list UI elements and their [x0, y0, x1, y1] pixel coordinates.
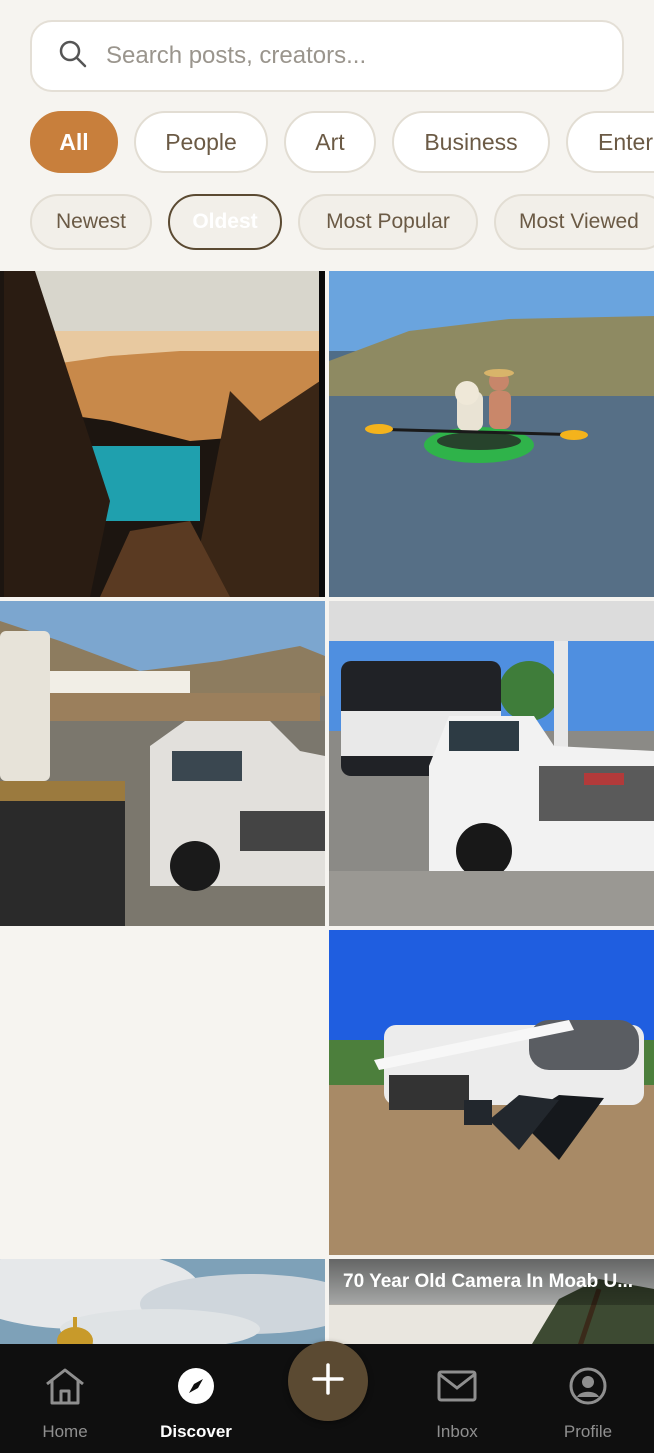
sort-chip-most-viewed[interactable]: Most Viewed [494, 194, 654, 250]
nav-home[interactable]: Home [5, 1364, 125, 1442]
nav-profile[interactable]: Profile [528, 1364, 648, 1442]
empty-tile [0, 930, 325, 1255]
search-input[interactable]: Search posts, creators... [106, 42, 366, 70]
nav-inbox[interactable]: Inbox [397, 1364, 517, 1442]
sort-chip-most-popular[interactable]: Most Popular [298, 194, 478, 250]
category-chip-all[interactable]: All [30, 111, 118, 173]
plus-icon [311, 1362, 345, 1401]
truck-rv-gas-station-photo [329, 601, 654, 926]
category-chip-entertainment[interactable]: Enter [566, 111, 654, 173]
canyon-lake-photo [0, 271, 325, 597]
category-filter-row: All People Art Business Enter [0, 111, 654, 173]
home-icon [5, 1364, 125, 1408]
sort-chip-oldest[interactable]: Oldest [168, 194, 282, 250]
profile-icon [528, 1364, 648, 1408]
post-tile[interactable] [0, 601, 325, 926]
category-chip-people[interactable]: People [134, 111, 268, 173]
truck-rv-campground-photo [0, 601, 325, 926]
nav-discover[interactable]: Discover [136, 1364, 256, 1442]
dome-clouds-photo [0, 1259, 325, 1349]
nav-inbox-label: Inbox [436, 1422, 478, 1441]
post-tile[interactable] [0, 271, 325, 597]
post-title: 70 Year Old Camera In Moab U... [329, 1259, 654, 1305]
search-icon [58, 39, 88, 74]
sort-filter-row: Newest Oldest Most Popular Most Viewed [0, 194, 654, 250]
mail-icon [397, 1364, 517, 1408]
category-chip-business[interactable]: Business [392, 111, 550, 173]
compass-icon [136, 1364, 256, 1408]
post-tile[interactable] [0, 1259, 325, 1349]
create-post-button[interactable] [288, 1341, 368, 1421]
dog-kayak-lake-photo [329, 271, 654, 597]
search-bar[interactable]: Search posts, creators... [30, 20, 624, 92]
post-tile[interactable] [329, 601, 654, 926]
post-tile[interactable] [329, 930, 654, 1255]
post-tile[interactable] [329, 271, 654, 597]
nav-home-label: Home [42, 1422, 88, 1441]
nav-discover-label: Discover [160, 1422, 232, 1441]
sort-chip-newest[interactable]: Newest [30, 194, 152, 250]
rv-solar-panels-photo [329, 930, 654, 1255]
nav-profile-label: Profile [563, 1422, 613, 1441]
category-chip-art[interactable]: Art [284, 111, 376, 173]
post-tile[interactable]: 70 Year Old Camera In Moab U... [329, 1259, 654, 1349]
